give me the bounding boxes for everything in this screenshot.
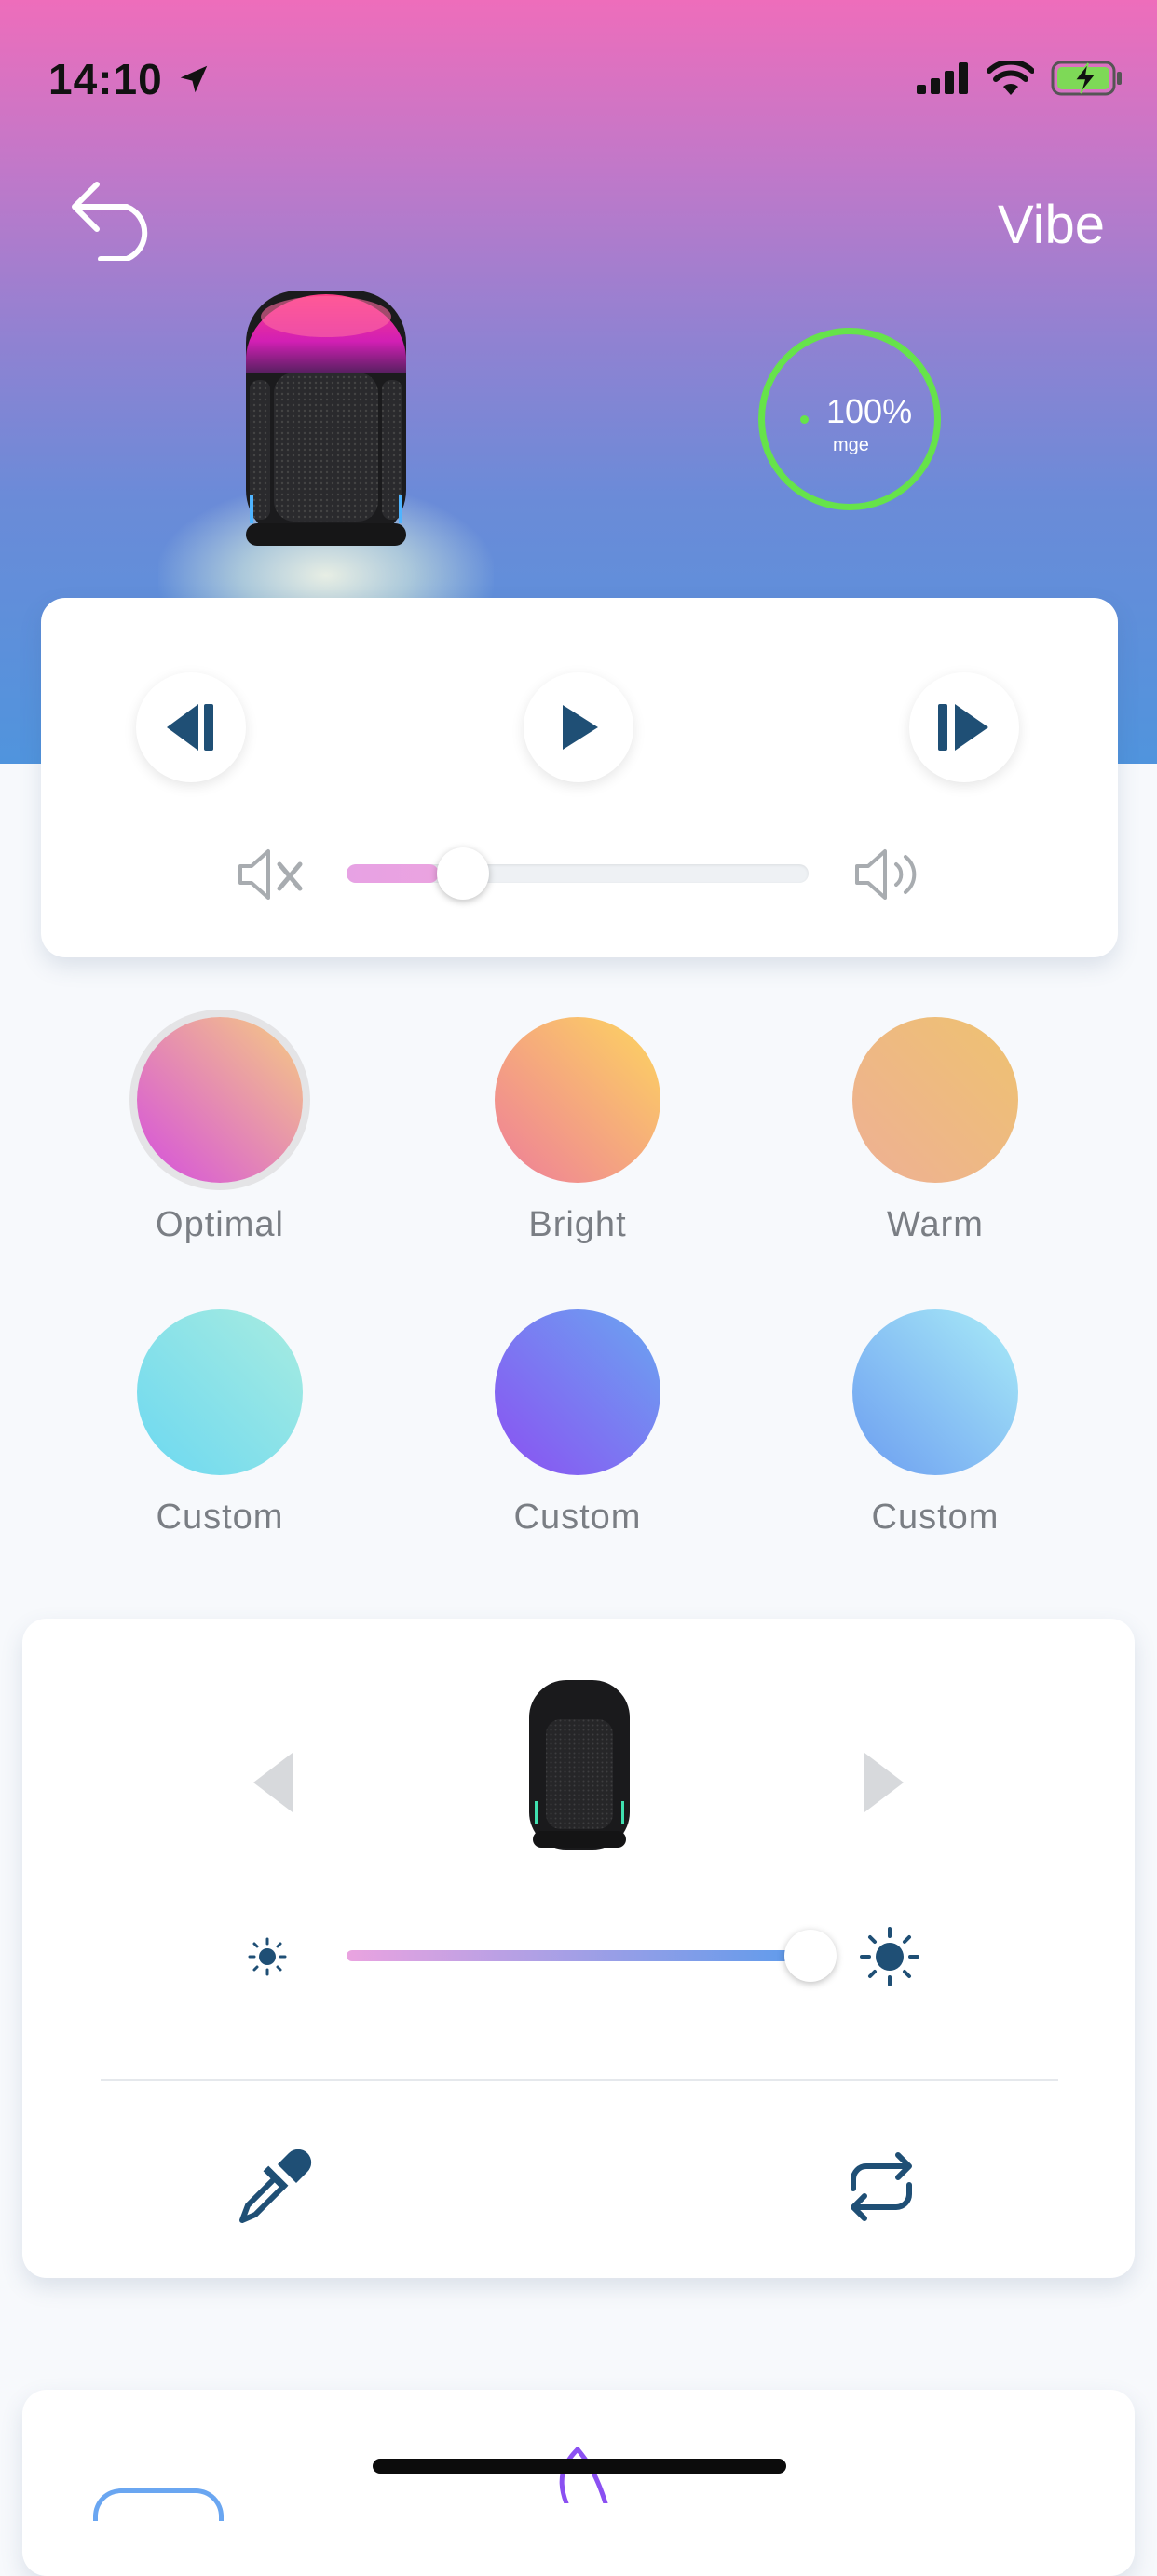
skip-next-icon <box>938 704 988 751</box>
repeat-icon[interactable] <box>842 2151 920 2222</box>
home-indicator[interactable] <box>373 2459 786 2474</box>
preset-label: Custom <box>871 1498 1000 1537</box>
battery-charging-icon <box>1051 61 1122 96</box>
skip-previous-icon <box>167 704 213 751</box>
next-track-button[interactable] <box>909 672 1019 782</box>
status-bar: 14:10 <box>0 0 1157 121</box>
battery-status-dot <box>800 415 809 424</box>
preset-custom-2[interactable]: Custom <box>484 1309 671 1538</box>
volume-mute-icon[interactable] <box>237 847 309 902</box>
preset-label: Custom <box>513 1498 642 1537</box>
preset-bright[interactable]: Bright <box>484 1017 671 1245</box>
chevron-right-icon[interactable] <box>861 1751 907 1814</box>
battery-subtext: mge <box>833 435 869 455</box>
preset-label: Custom <box>156 1498 284 1537</box>
status-time: 14:10 <box>48 55 163 103</box>
preset-swatch <box>495 1309 660 1475</box>
speaker-image <box>246 291 406 546</box>
flame-icon <box>559 2447 608 2503</box>
brightness-slider[interactable] <box>347 1950 810 1961</box>
preset-optimal[interactable]: Optimal <box>127 1017 313 1245</box>
preset-swatch <box>137 1309 303 1475</box>
play-button[interactable] <box>524 672 633 782</box>
preset-label: Warm <box>887 1205 984 1244</box>
preset-label: Bright <box>528 1205 627 1244</box>
preset-swatch <box>852 1309 1018 1475</box>
eyedropper-icon[interactable] <box>235 2148 313 2226</box>
brightness-slider-thumb[interactable] <box>784 1930 837 1982</box>
preset-swatch <box>137 1017 303 1183</box>
location-arrow-icon <box>180 65 207 93</box>
preset-swatch <box>495 1017 660 1183</box>
preset-warm[interactable]: Warm <box>842 1017 1028 1245</box>
volume-slider-thumb[interactable] <box>437 847 490 900</box>
back-arrow-icon <box>72 182 148 262</box>
brightness-low-icon[interactable] <box>248 1937 287 1976</box>
cellular-signal-icon <box>917 62 968 94</box>
wifi-icon <box>987 61 1034 95</box>
page-title[interactable]: Vibe <box>998 194 1105 256</box>
preset-swatch <box>852 1017 1018 1183</box>
battery-percent: 100% <box>826 392 913 430</box>
preset-label: Optimal <box>156 1205 284 1244</box>
volume-fill <box>347 864 440 883</box>
brightness-high-icon[interactable] <box>859 1926 920 1987</box>
toggle-switch[interactable] <box>93 2488 224 2521</box>
speaker-thumbnail <box>529 1680 630 1850</box>
volume-up-icon[interactable] <box>853 847 928 902</box>
volume-slider[interactable] <box>347 864 809 883</box>
back-button[interactable] <box>69 177 171 270</box>
preset-custom-3[interactable]: Custom <box>842 1309 1028 1538</box>
play-icon <box>563 705 598 750</box>
previous-track-button[interactable] <box>136 672 246 782</box>
divider <box>101 2079 1058 2081</box>
chevron-left-icon[interactable] <box>250 1751 296 1814</box>
preset-custom-1[interactable]: Custom <box>127 1309 313 1538</box>
battery-indicator: 100% mge <box>758 328 941 510</box>
